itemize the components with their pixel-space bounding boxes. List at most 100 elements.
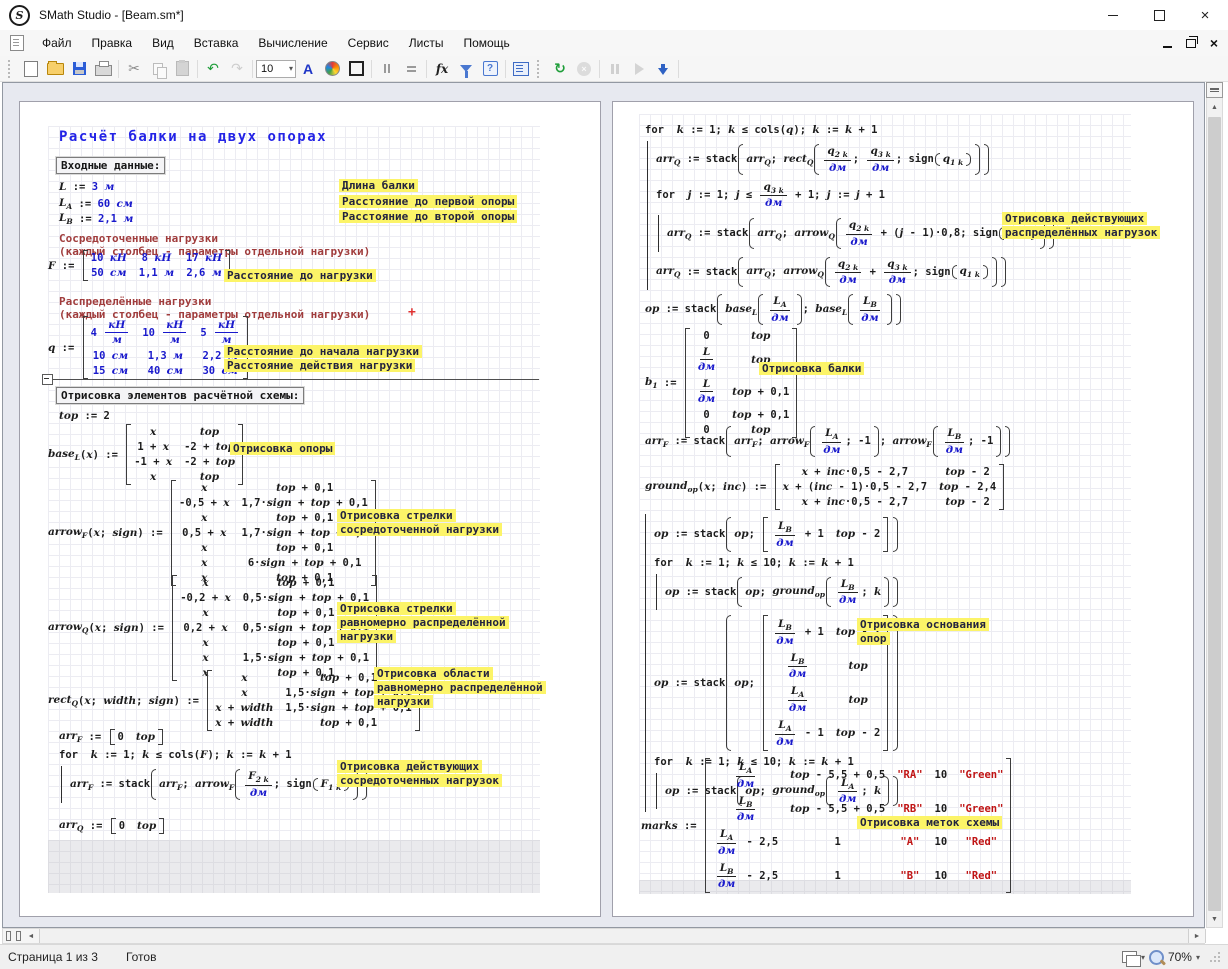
math-region-q-matrix[interactable]: q := 4 кНм10 кНм5 кНм10 см1,3 м2,2 м15 с… bbox=[48, 316, 250, 379]
filter-button[interactable] bbox=[454, 58, 478, 80]
toolbar-drag-handle[interactable] bbox=[8, 60, 15, 78]
redo-button[interactable]: ↷ bbox=[225, 58, 249, 80]
math-region-top[interactable]: top := 2 bbox=[59, 410, 110, 422]
menu-edit[interactable]: Правка bbox=[82, 32, 143, 54]
horizontal-scrollbar[interactable] bbox=[2, 928, 1205, 944]
comment-note[interactable]: Расстояние до нагрузки bbox=[224, 269, 376, 283]
mdi-close-button[interactable]: × bbox=[1210, 37, 1218, 49]
function-button[interactable]: fx bbox=[430, 58, 454, 80]
math-region-arrowQ[interactable]: arrowQ(x; sign) := xtop + 0,1-0,2 + x0,5… bbox=[48, 575, 379, 681]
comment-note[interactable]: Отрисовка стрелкисосредоточенной нагрузк… bbox=[337, 509, 502, 537]
chevron-down-icon[interactable]: ▾ bbox=[1141, 953, 1145, 962]
run-button[interactable] bbox=[627, 58, 651, 80]
vertical-align-button[interactable] bbox=[399, 58, 423, 80]
menu-sheets[interactable]: Листы bbox=[399, 32, 454, 54]
snapshot-button[interactable] bbox=[651, 58, 675, 80]
worksheet-canvas[interactable]: Расчёт балки на двух опорах Входные данн… bbox=[2, 82, 1205, 928]
math-expression: arrF := stackarrF; arrowFF2 kдм; signF1 … bbox=[70, 769, 368, 800]
math-region-LA[interactable]: LA := 60 см bbox=[59, 197, 133, 211]
comment-note[interactable]: Длина балки bbox=[339, 179, 418, 193]
scroll-down-button[interactable]: ▼ bbox=[1206, 911, 1223, 928]
chevron-down-icon[interactable]: ▾ bbox=[1196, 953, 1200, 962]
open-button[interactable] bbox=[43, 58, 67, 80]
math-region-forq-loop[interactable]: for k := 1; k ≤ cols(q); k := k + 1 arrQ… bbox=[645, 124, 1055, 290]
font-color-button[interactable]: A bbox=[296, 58, 320, 80]
maximize-button[interactable] bbox=[1136, 0, 1182, 30]
print-button[interactable] bbox=[91, 58, 115, 80]
math-v: LA bbox=[773, 295, 786, 309]
scroll-up-button[interactable]: ▲ bbox=[1206, 99, 1223, 116]
mdi-restore-button[interactable] bbox=[1186, 39, 1196, 48]
mdi-minimize-button[interactable] bbox=[1163, 46, 1172, 48]
reference-button[interactable]: ? bbox=[478, 58, 502, 80]
math-v: LA bbox=[59, 197, 72, 211]
split-view-button[interactable] bbox=[1206, 82, 1223, 98]
cut-button[interactable]: ✂ bbox=[122, 58, 146, 80]
vertical-scrollbar-thumb[interactable] bbox=[1208, 117, 1221, 911]
math-region-arrQ-init[interactable]: arrQ := 0top bbox=[59, 818, 166, 834]
paste-button[interactable] bbox=[170, 58, 194, 80]
pause-button[interactable] bbox=[603, 58, 627, 80]
doc-title[interactable]: Расчёт балки на двух опорах bbox=[59, 129, 327, 145]
font-size-combobox[interactable]: 10▾ bbox=[256, 60, 296, 78]
toolbar-drag-handle[interactable] bbox=[537, 60, 544, 78]
new-button[interactable] bbox=[19, 58, 43, 80]
minimize-button[interactable] bbox=[1090, 0, 1136, 30]
zoom-level[interactable]: 70% bbox=[1168, 950, 1192, 964]
undo-button[interactable]: ↶ bbox=[201, 58, 225, 80]
comment-note[interactable]: Отрисовка меток схемы bbox=[857, 816, 1002, 830]
copy-button[interactable] bbox=[146, 58, 170, 80]
close-button[interactable]: × bbox=[1182, 0, 1228, 30]
collapse-icon[interactable] bbox=[42, 374, 53, 385]
math-region-forF-loop[interactable]: for k := 1; k ≤ cols(F); k := k + 1 arrF… bbox=[59, 749, 368, 803]
menu-view[interactable]: Вид bbox=[142, 32, 184, 54]
scroll-left-button[interactable]: ◄ bbox=[23, 929, 40, 943]
math-region-LB[interactable]: LB := 2,1 м bbox=[59, 212, 133, 226]
menu-insert[interactable]: Вставка bbox=[184, 32, 249, 54]
comment-note[interactable]: Отрисовка стрелкиравномерно распределённ… bbox=[337, 602, 509, 644]
math-region-L[interactable]: L := 3 м bbox=[59, 181, 114, 193]
comment-note[interactable]: Расстояние до второй опоры bbox=[339, 210, 517, 224]
menu-file[interactable]: Файл bbox=[32, 32, 82, 54]
comment-note[interactable]: Отрисовка действующихраспределённых нагр… bbox=[1002, 212, 1160, 240]
page-layout-icon[interactable] bbox=[1122, 951, 1137, 963]
math-region-arrF-init[interactable]: arrF := 0top bbox=[59, 729, 165, 745]
recalculate-button[interactable]: ↻ bbox=[548, 58, 572, 80]
section-label-drawing[interactable]: Отрисовка элементов расчётной схемы: bbox=[56, 387, 304, 404]
border-button[interactable] bbox=[344, 58, 368, 80]
math-v: arrowF bbox=[892, 435, 931, 449]
comment-note[interactable]: Отрисовка областиравномерно распределённ… bbox=[374, 667, 546, 709]
abort-button[interactable]: × bbox=[572, 58, 596, 80]
comment-note[interactable]: Отрисовка действующихсосредоточенных наг… bbox=[337, 760, 502, 788]
math-region-arrF-stack[interactable]: arrF := stackarrF; arrowFLAдм; -1; arrow… bbox=[645, 426, 1011, 457]
math-v: arrQ bbox=[746, 153, 770, 167]
document-icon[interactable] bbox=[10, 35, 24, 51]
math-region-b1[interactable]: b1 := 0topLдмtopLдмtop + 0,10top + 0,10t… bbox=[645, 328, 799, 438]
menu-help[interactable]: Помощь bbox=[453, 32, 519, 54]
comment-note[interactable]: Отрисовка опоры bbox=[230, 442, 335, 456]
math-region-rectQ[interactable]: rectQ(x; width; sign) := xtop + 0,1x1,5·… bbox=[48, 670, 422, 731]
math-t: ; bbox=[274, 778, 287, 790]
worksheet-page-1[interactable]: Расчёт балки на двух опорах Входные данн… bbox=[19, 101, 601, 917]
horizontal-align-button[interactable] bbox=[375, 58, 399, 80]
comment-note[interactable]: Отрисовка основанияопор bbox=[857, 618, 989, 646]
scroll-right-button[interactable]: ► bbox=[1188, 929, 1206, 943]
background-color-button[interactable] bbox=[320, 58, 344, 80]
section-label-input-data[interactable]: Входные данные: bbox=[56, 157, 165, 174]
comment-note[interactable]: Отрисовка балки bbox=[759, 362, 864, 376]
resize-grip[interactable] bbox=[1210, 952, 1220, 962]
math-region-op-stack[interactable]: op := stackbaseLLAдм; baseLLBдм bbox=[645, 294, 902, 325]
menu-tools[interactable]: Сервис bbox=[338, 32, 399, 54]
save-button[interactable] bbox=[67, 58, 91, 80]
worksheet-page-2[interactable]: for k := 1; k ≤ cols(q); k := k + 1 arrQ… bbox=[612, 101, 1194, 917]
toolbar-separator bbox=[371, 60, 372, 78]
options-button[interactable] bbox=[509, 58, 533, 80]
magnifier-icon[interactable] bbox=[1149, 950, 1164, 965]
menu-calculation[interactable]: Вычисление bbox=[248, 32, 337, 54]
math-region-ground-op[interactable]: groundop(x; inc) := x + inc·0,5 - 2,7top… bbox=[645, 464, 1006, 510]
comment-note[interactable]: Расстояние до начала нагрузкиРасстояние … bbox=[224, 345, 422, 373]
math-region-F-matrix[interactable]: F := 10 кН8 кН17 кН50 см1,1 м2,6 м bbox=[48, 250, 232, 281]
math-region-baseL[interactable]: baseL(x) := xtop1 + x-2 + top-1 + x-2 + … bbox=[48, 424, 245, 485]
math-region-arrowF[interactable]: arrowF(x; sign) := xtop + 0,1-0,5 + x1,7… bbox=[48, 480, 378, 586]
comment-note[interactable]: Расстояние до первой опоры bbox=[339, 195, 517, 209]
